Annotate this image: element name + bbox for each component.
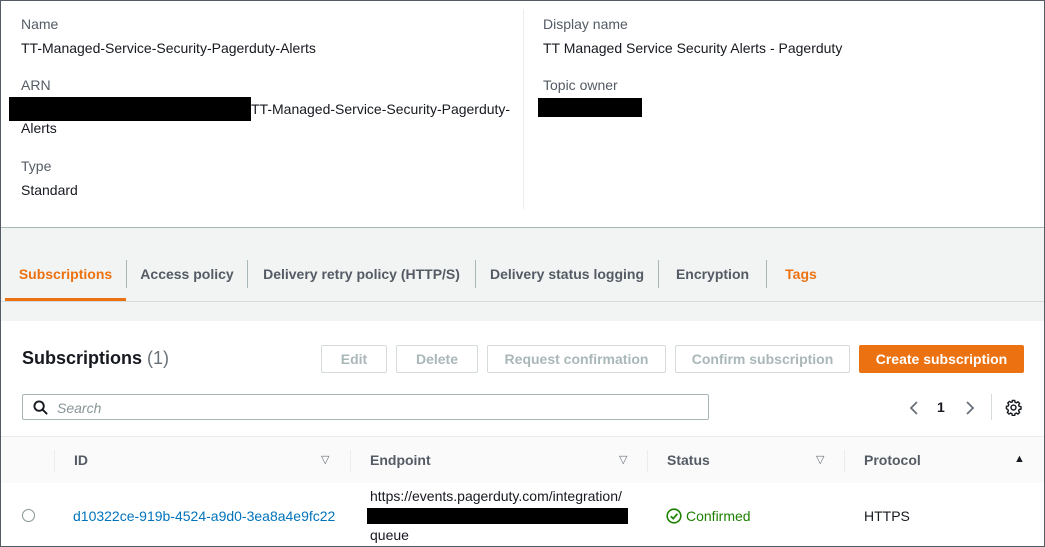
tab-delivery-status-logging[interactable]: Delivery status logging: [476, 249, 658, 299]
gear-icon[interactable]: [1005, 399, 1022, 416]
type-value: Standard: [21, 182, 78, 198]
arn-value-continued: Alerts: [21, 120, 57, 136]
endpoint-line: queue: [370, 527, 409, 543]
column-separator: [54, 450, 55, 472]
search-box[interactable]: [22, 394, 709, 420]
column-header-id[interactable]: ID: [74, 452, 88, 468]
status-value: Confirmed: [686, 508, 751, 524]
arn-value: TT-Managed-Service-Security-Pagerduty-: [251, 101, 511, 117]
delete-button[interactable]: Delete: [396, 345, 478, 373]
column-divider: [523, 9, 524, 209]
topic-owner-label: Topic owner: [543, 77, 618, 93]
row-select-radio[interactable]: [22, 509, 35, 522]
redacted-arn-prefix: [9, 97, 251, 121]
table-header: ID ▽ Endpoint ▽ Status ▽ Protocol ▲: [1, 436, 1044, 484]
column-separator: [647, 450, 648, 472]
tab-access-policy[interactable]: Access policy: [127, 249, 247, 299]
edit-button[interactable]: Edit: [321, 345, 387, 373]
redacted-topic-owner: [538, 98, 642, 117]
redacted-endpoint: [367, 508, 628, 524]
search-icon: [33, 400, 48, 415]
subscriptions-title: Subscriptions: [22, 348, 143, 368]
subscriptions-container: Subscriptions (1) Edit Delete Request co…: [1, 321, 1044, 546]
arn-label: ARN: [21, 77, 51, 93]
tab-encryption[interactable]: Encryption: [659, 249, 766, 299]
subscriptions-heading: Subscriptions (1): [22, 348, 169, 369]
create-subscription-button[interactable]: Create subscription: [859, 345, 1024, 373]
pager-separator: [991, 394, 992, 420]
name-label: Name: [21, 16, 59, 32]
type-label: Type: [21, 158, 52, 174]
check-circle-icon: [666, 508, 682, 524]
request-confirmation-button[interactable]: Request confirmation: [487, 345, 666, 373]
column-header-status[interactable]: Status: [667, 452, 710, 468]
sort-down-icon[interactable]: ▽: [321, 453, 329, 466]
search-input[interactable]: [55, 398, 699, 418]
name-value: TT-Managed-Service-Security-Pagerduty-Al…: [21, 40, 316, 56]
sort-down-icon[interactable]: ▽: [816, 453, 824, 466]
table-row: d10322ce-919b-4524-a9d0-3ea8a4e9fc22 htt…: [1, 483, 1044, 546]
endpoint-line: https://events.pagerduty.com/integration…: [370, 488, 622, 504]
topic-details-panel: Name TT-Managed-Service-Security-Pagerdu…: [1, 1, 1044, 228]
display-name-value: TT Managed Service Security Alerts - Pag…: [543, 40, 843, 56]
tab-delivery-retry-policy[interactable]: Delivery retry policy (HTTP/S): [248, 249, 475, 299]
topic-details-page: Name TT-Managed-Service-Security-Pagerdu…: [0, 0, 1045, 547]
protocol-value: HTTPS: [864, 508, 910, 524]
subscription-id-link[interactable]: d10322ce-919b-4524-a9d0-3ea8a4e9fc22: [73, 508, 335, 524]
subscription-id-cell: d10322ce-919b-4524-a9d0-3ea8a4e9fc22: [73, 508, 335, 524]
subscriptions-count: (1): [147, 348, 170, 368]
display-name-label: Display name: [543, 16, 628, 32]
confirm-subscription-button[interactable]: Confirm subscription: [675, 345, 850, 373]
sort-up-icon[interactable]: ▲: [1014, 453, 1025, 465]
topic-tabs: Subscriptions Access policy Delivery ret…: [1, 249, 1044, 302]
chevron-right-icon[interactable]: [964, 400, 976, 416]
column-header-protocol[interactable]: Protocol: [864, 452, 921, 468]
chevron-left-icon[interactable]: [908, 400, 920, 416]
column-separator: [844, 450, 845, 472]
column-header-endpoint[interactable]: Endpoint: [370, 452, 431, 468]
tab-subscriptions[interactable]: Subscriptions: [5, 249, 126, 301]
sort-down-icon[interactable]: ▽: [619, 453, 627, 466]
page-number[interactable]: 1: [937, 399, 945, 415]
tab-tags[interactable]: Tags: [767, 249, 835, 299]
column-separator: [350, 450, 351, 472]
